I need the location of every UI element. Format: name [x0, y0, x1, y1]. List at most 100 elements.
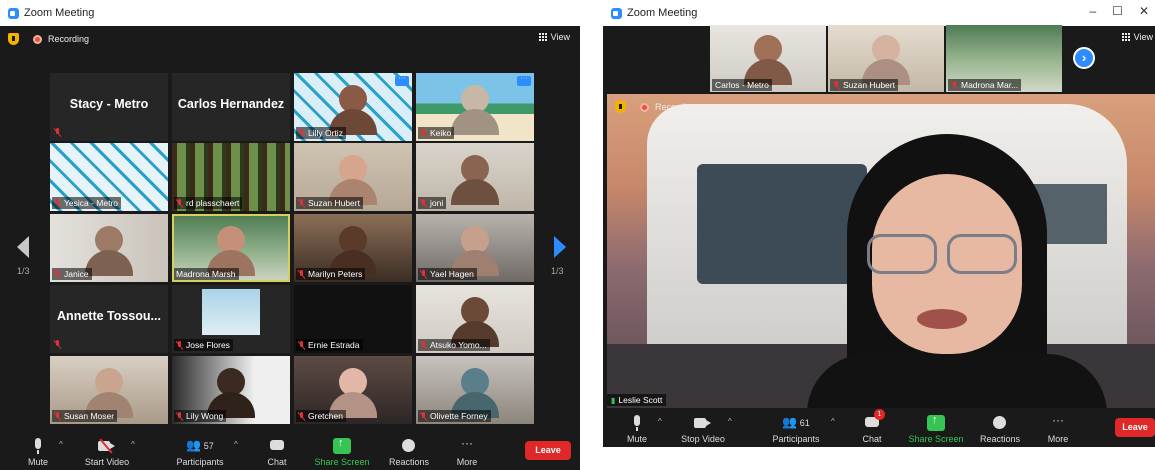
mic-muted-icon: [420, 411, 427, 421]
chat-button[interactable]: 1 Chat: [858, 409, 886, 444]
start-video-button[interactable]: Start Video: [80, 438, 134, 467]
participant-name: Stacy - Metro: [69, 97, 149, 111]
more-options-icon[interactable]: ···: [517, 75, 531, 86]
mic-muted-icon: [420, 128, 427, 138]
reactions-label: Reactions: [979, 434, 1021, 444]
security-shield-icon[interactable]: [615, 101, 626, 113]
more-icon: ···: [1052, 413, 1064, 427]
maximize-icon[interactable]: ☐: [1112, 4, 1123, 18]
stop-video-button[interactable]: Stop Video: [677, 415, 729, 444]
participant-tile[interactable]: Stacy - Metro: [50, 73, 168, 141]
view-button[interactable]: View: [1121, 32, 1153, 42]
mic-muted-icon: [176, 340, 183, 350]
strip-participant-tile[interactable]: Carlos - Metro: [710, 25, 826, 92]
previous-page-arrow-icon[interactable]: [17, 236, 29, 258]
mic-muted-icon: [176, 411, 183, 421]
participant-tile[interactable]: Olivette Forney: [416, 356, 534, 424]
chat-button[interactable]: Chat: [262, 438, 292, 467]
participant-tile[interactable]: Gretchen: [294, 356, 412, 424]
participant-label: Janice: [52, 268, 92, 280]
view-button[interactable]: View: [538, 32, 570, 42]
participant-video: [461, 85, 489, 113]
chevron-up-icon[interactable]: ^: [131, 440, 135, 449]
participants-label: Participants: [176, 457, 224, 467]
meeting-toolbar: Mute ^ Start Video ^ 👥 57 Participants ^…: [0, 432, 580, 470]
participant-tile[interactable]: rd plasschaert: [172, 143, 290, 211]
zoom-window-gallery: Zoom Meeting Recording View Stacy - Metr…: [0, 0, 580, 470]
more-button[interactable]: ··· More: [452, 437, 482, 467]
more-button[interactable]: ··· More: [1043, 413, 1073, 444]
glasses-left: [867, 234, 937, 274]
next-participants-icon[interactable]: ›: [1073, 47, 1095, 69]
participant-tile[interactable]: Lily Wong: [172, 356, 290, 424]
participant-tile[interactable]: joni: [416, 143, 534, 211]
close-icon[interactable]: ✕: [1139, 4, 1149, 18]
participant-label: Ernie Estrada: [296, 339, 363, 351]
mic-muted-icon: [951, 80, 958, 90]
strip-participant-tile[interactable]: Madrona Mar...: [946, 25, 1062, 92]
participant-tile[interactable]: Annette Tossou...: [50, 285, 168, 353]
mic-muted-icon: [298, 128, 305, 138]
zoom-logo-icon: [611, 7, 622, 19]
chat-unread-badge: 1: [874, 409, 885, 420]
minimize-icon[interactable]: –: [1089, 4, 1096, 18]
glasses-right: [947, 234, 1017, 274]
participant-tile[interactable]: Yael Hagen: [416, 214, 534, 282]
participant-label: Jose Flores: [174, 339, 233, 351]
mic-muted-icon: [54, 340, 61, 349]
chat-label: Chat: [862, 434, 882, 444]
title-bar: Zoom Meeting – ☐ ✕: [603, 0, 1155, 26]
meeting-toolbar: Mute ^ Stop Video ^ 👥 61 Participants ^ …: [603, 408, 1155, 447]
participant-tile[interactable]: Yesica - Metro: [50, 143, 168, 211]
reactions-button[interactable]: Reactions: [386, 438, 432, 467]
chevron-up-icon[interactable]: ^: [234, 440, 238, 449]
participant-tile[interactable]: Jose Flores: [172, 285, 290, 353]
share-screen-button[interactable]: Share Screen: [908, 414, 964, 444]
participant-tile[interactable]: Ernie Estrada: [294, 285, 412, 353]
participant-tile[interactable]: Suzan Hubert: [294, 143, 412, 211]
mic-muted-icon: [298, 411, 305, 421]
mic-muted-icon: [54, 198, 61, 208]
participant-tile[interactable]: ··· Lilly Ortiz: [294, 73, 412, 141]
chevron-up-icon[interactable]: ^: [728, 417, 732, 426]
participant-video: [95, 226, 123, 254]
mute-button[interactable]: Mute: [621, 415, 653, 444]
participant-tile[interactable]: Marilyn Peters: [294, 214, 412, 282]
reactions-button[interactable]: Reactions: [978, 415, 1022, 444]
next-page-arrow-icon[interactable]: [554, 236, 566, 258]
bus-windshield: [697, 164, 867, 284]
participant-video: [461, 368, 489, 396]
leave-button[interactable]: Leave: [525, 441, 571, 460]
participants-icon: 👥 61: [782, 415, 810, 429]
reactions-label: Reactions: [388, 457, 430, 467]
participants-button[interactable]: 👥 57 Participants: [172, 438, 228, 467]
mic-muted-icon: [298, 269, 305, 279]
chevron-up-icon[interactable]: ^: [831, 417, 835, 426]
participant-tile[interactable]: Susan Moser: [50, 356, 168, 424]
participant-tile[interactable]: Atsuko Yomo...: [416, 285, 534, 353]
participant-label: Olivette Forney: [418, 410, 491, 422]
leave-button[interactable]: Leave: [1115, 418, 1155, 437]
mic-muted-icon: [298, 340, 305, 350]
share-screen-button[interactable]: Share Screen: [314, 437, 370, 467]
more-options-icon[interactable]: ···: [395, 75, 409, 86]
recording-label: Recording: [655, 102, 697, 112]
participant-tile[interactable]: Carlos Hernandez: [172, 73, 290, 141]
participant-tile[interactable]: ··· Keiko: [416, 73, 534, 141]
window-title: Zoom Meeting: [24, 7, 95, 19]
mute-button[interactable]: Mute: [20, 438, 56, 467]
security-shield-icon[interactable]: [8, 33, 19, 45]
participant-label: Gretchen: [296, 410, 346, 422]
chevron-up-icon[interactable]: ^: [658, 417, 662, 426]
participants-button[interactable]: 👥 61 Participants: [769, 415, 823, 444]
recording-icon: [33, 34, 42, 44]
participant-name: Annette Tossou...: [57, 309, 161, 323]
participant-label: Suzan Hubert: [830, 79, 898, 91]
participant-tile[interactable]: Janice: [50, 214, 168, 282]
mic-muted-icon: [420, 340, 427, 350]
strip-participant-tile[interactable]: Suzan Hubert: [828, 25, 944, 92]
participant-label: Atsuko Yomo...: [418, 339, 490, 351]
more-label: More: [1047, 434, 1069, 444]
chevron-up-icon[interactable]: ^: [59, 440, 63, 449]
participant-tile-active-speaker[interactable]: Madrona Marsh: [172, 214, 290, 282]
